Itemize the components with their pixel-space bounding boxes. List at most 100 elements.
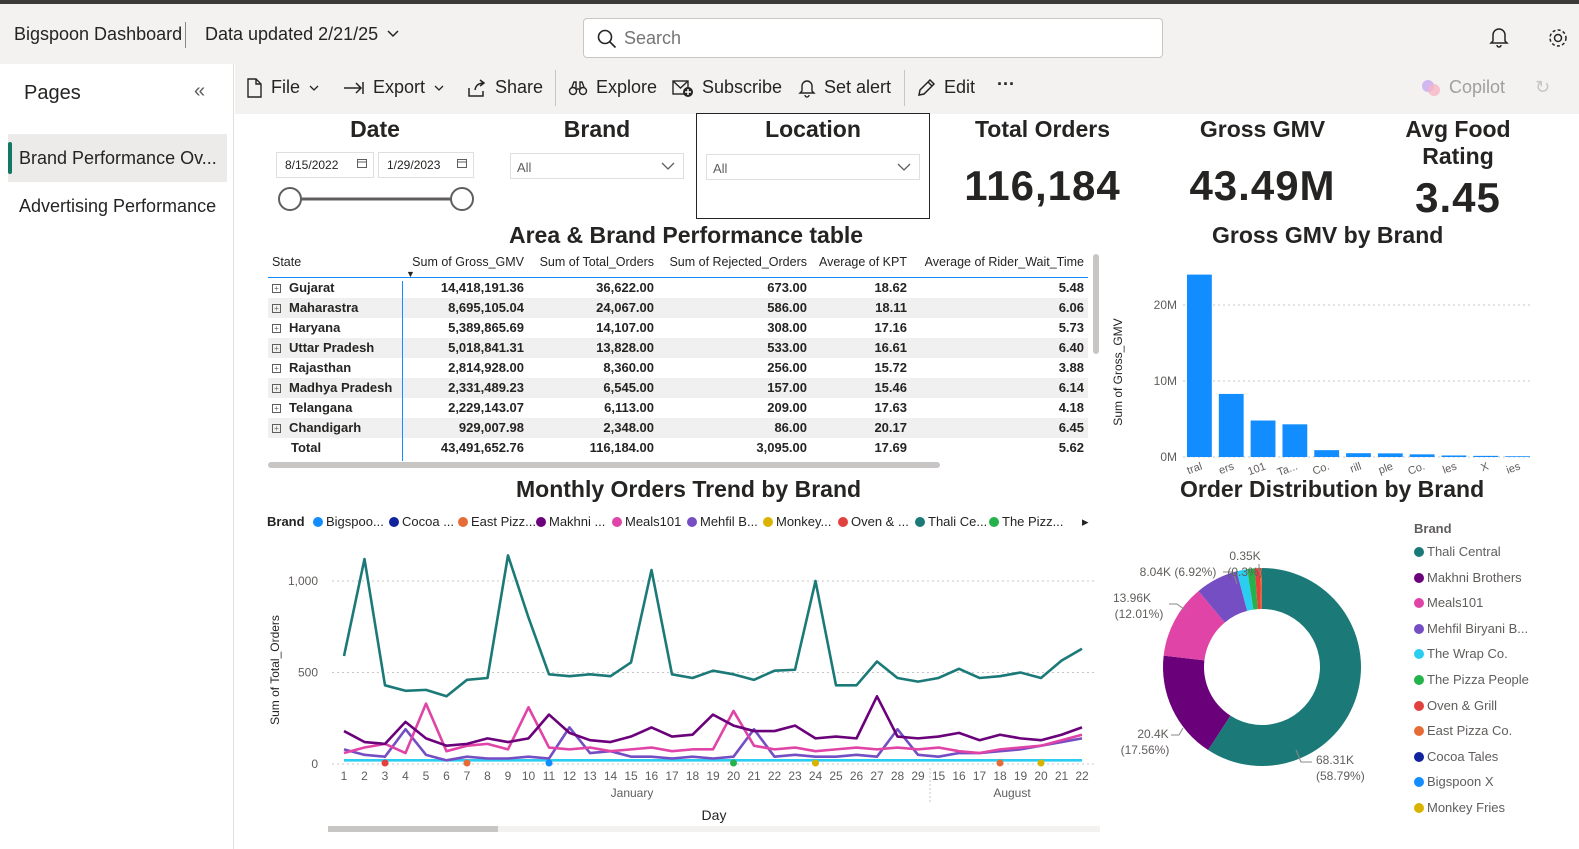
bar[interactable] bbox=[1473, 455, 1499, 457]
bar[interactable] bbox=[1314, 450, 1340, 457]
column-header-kpt[interactable]: Average of KPT bbox=[811, 252, 911, 278]
table-horizontal-scrollbar[interactable] bbox=[268, 462, 940, 468]
search-box[interactable] bbox=[583, 18, 1163, 58]
data-point[interactable] bbox=[545, 759, 553, 767]
table-row[interactable]: + Telangana 2,229,143.07 6,113.00 209.00 17.6… bbox=[268, 398, 1088, 418]
legend-item[interactable]: Oven & ... bbox=[838, 514, 909, 529]
table-row[interactable]: + Uttar Pradesh 5,018,841.31 13,828.00 533.0… bbox=[268, 337, 1088, 358]
expand-icon[interactable]: + bbox=[272, 404, 281, 413]
expand-icon[interactable]: + bbox=[272, 364, 281, 373]
legend-item[interactable]: Makhni ... bbox=[536, 514, 605, 529]
expand-icon[interactable]: + bbox=[272, 424, 281, 433]
legend-item[interactable]: Monkey Fries bbox=[1414, 800, 1505, 815]
table-row[interactable]: + Gujarat 14,418,191.36 36,622.00 673.00 18.6… bbox=[268, 278, 1088, 298]
table-vertical-scrollbar[interactable] bbox=[1093, 254, 1099, 354]
legend-item[interactable]: Makhni Brothers bbox=[1414, 570, 1522, 585]
data-updated-label[interactable]: Data updated 2/21/25 bbox=[205, 24, 378, 45]
data-point[interactable] bbox=[730, 759, 737, 767]
copilot-button[interactable]: Copilot bbox=[1421, 77, 1505, 98]
search-input[interactable] bbox=[624, 27, 1144, 49]
gear-icon[interactable] bbox=[1546, 26, 1570, 55]
legend-item[interactable]: Thali Central bbox=[1414, 544, 1501, 559]
legend-item[interactable]: Bigspoon X bbox=[1414, 774, 1494, 789]
data-point[interactable] bbox=[463, 759, 471, 767]
expand-icon[interactable]: + bbox=[272, 324, 281, 333]
bell-icon[interactable] bbox=[1488, 26, 1510, 53]
legend-item[interactable]: The Wrap Co. bbox=[1414, 646, 1508, 661]
table-row[interactable]: + Maharastra 8,695,105.04 24,067.00 586.00 18… bbox=[268, 297, 1088, 318]
undo-icon[interactable]: ↻ bbox=[1535, 77, 1550, 98]
legend-item[interactable]: East Pizz... bbox=[458, 514, 536, 529]
slider-end-handle[interactable] bbox=[450, 187, 474, 211]
column-header-gross-gmv[interactable]: Sum of Gross_GMV ▼ bbox=[402, 252, 528, 279]
page-item-brand-performance[interactable]: Brand Performance Ov... bbox=[8, 134, 227, 182]
chevron-down-icon[interactable] bbox=[386, 26, 400, 45]
legend-item[interactable]: The Pizz... bbox=[989, 514, 1063, 529]
more-options-button[interactable]: ··· bbox=[997, 74, 1015, 95]
column-header-rejected-orders[interactable]: Sum of Rejected_Orders bbox=[658, 252, 811, 278]
bar[interactable] bbox=[1282, 424, 1308, 457]
legend-item[interactable]: Oven & Grill bbox=[1414, 698, 1497, 713]
date-start-input[interactable]: 8/15/2022 bbox=[276, 152, 374, 178]
set-alert-button[interactable]: Set alert bbox=[798, 77, 891, 98]
data-point[interactable] bbox=[381, 759, 389, 767]
legend-item[interactable]: Meals101 bbox=[612, 514, 681, 529]
collapse-pages-button[interactable]: « bbox=[194, 80, 205, 103]
slider-start-handle[interactable] bbox=[278, 187, 302, 211]
table-cell: 8,695,105.04 bbox=[402, 297, 528, 318]
explore-button[interactable]: Explore bbox=[568, 77, 657, 98]
bar[interactable] bbox=[1505, 456, 1530, 457]
series-line[interactable] bbox=[343, 694, 1083, 747]
x-tick-label: 27 bbox=[870, 769, 884, 783]
subscribe-button[interactable]: Subscribe bbox=[672, 77, 782, 98]
series-line[interactable] bbox=[342, 554, 1083, 698]
bar[interactable] bbox=[1377, 453, 1403, 457]
legend-item[interactable]: Cocoa ... bbox=[389, 514, 454, 529]
x-tick-label: 11 bbox=[543, 769, 556, 783]
export-menu-button[interactable]: Export bbox=[343, 77, 445, 98]
date-range-slider[interactable] bbox=[276, 185, 476, 213]
data-label-percent: (0.3%) bbox=[1227, 565, 1262, 579]
legend-item[interactable]: Meals101 bbox=[1414, 595, 1483, 610]
line-chart-scrollbar[interactable] bbox=[328, 826, 498, 832]
edit-button[interactable]: Edit bbox=[916, 77, 975, 98]
expand-icon[interactable]: + bbox=[272, 304, 281, 313]
legend-item[interactable]: Mehfil Biryani B... bbox=[1414, 621, 1528, 636]
table-row[interactable]: + Madhya Pradesh 2,331,489.23 6,545.00 157.0… bbox=[268, 377, 1088, 398]
bar[interactable] bbox=[1409, 454, 1435, 457]
table-row[interactable]: + Chandigarh 929,007.98 2,348.00 86.00 20.17 6… bbox=[268, 417, 1088, 438]
brand-dropdown[interactable]: All bbox=[510, 153, 684, 179]
data-point[interactable] bbox=[996, 759, 1004, 767]
expand-icon[interactable]: + bbox=[272, 384, 281, 393]
legend-item[interactable]: Mehfil B... bbox=[687, 514, 758, 529]
table-row[interactable]: + Rajasthan 2,814,928.00 8,360.00 256.00 15.7… bbox=[268, 358, 1088, 378]
legend-item[interactable]: Monkey... bbox=[763, 514, 831, 529]
page-item-advertising-performance[interactable]: Advertising Performance bbox=[8, 182, 227, 230]
date-end-input[interactable]: 1/29/2023 bbox=[378, 152, 474, 178]
legend-item[interactable]: The Pizza People bbox=[1414, 672, 1529, 687]
legend-dot bbox=[1414, 751, 1424, 762]
data-point[interactable] bbox=[1037, 759, 1045, 767]
legend-item[interactable]: Cocoa Tales bbox=[1414, 749, 1498, 764]
bar[interactable] bbox=[1250, 420, 1276, 457]
legend-next-arrow-icon[interactable]: ▸ bbox=[1082, 514, 1089, 530]
column-header-total-orders[interactable]: Sum of Total_Orders bbox=[528, 252, 658, 278]
column-header-rider-wait[interactable]: Average of Rider_Wait_Time bbox=[911, 252, 1088, 278]
bar[interactable] bbox=[1218, 393, 1244, 457]
bar[interactable] bbox=[1346, 453, 1371, 457]
bar[interactable] bbox=[1187, 274, 1212, 457]
column-header-state[interactable]: State bbox=[268, 252, 402, 278]
share-button[interactable]: Share bbox=[467, 77, 543, 98]
table-row[interactable]: + Haryana 5,389,865.69 14,107.00 308.00 17.16… bbox=[268, 318, 1088, 338]
file-menu-button[interactable]: File bbox=[245, 77, 320, 98]
bar[interactable] bbox=[1441, 455, 1467, 457]
subscribe-icon bbox=[672, 79, 693, 97]
expand-icon[interactable]: + bbox=[272, 344, 281, 353]
data-point[interactable] bbox=[812, 759, 819, 767]
legend-item[interactable]: Thali Ce... bbox=[915, 514, 987, 529]
location-dropdown[interactable]: All bbox=[706, 154, 920, 180]
legend-item[interactable]: Bigspoo... bbox=[313, 514, 384, 529]
legend-item[interactable]: East Pizza Co. bbox=[1414, 723, 1512, 738]
total-cell: 116,184.00 bbox=[589, 440, 654, 455]
expand-icon[interactable]: + bbox=[272, 284, 281, 294]
